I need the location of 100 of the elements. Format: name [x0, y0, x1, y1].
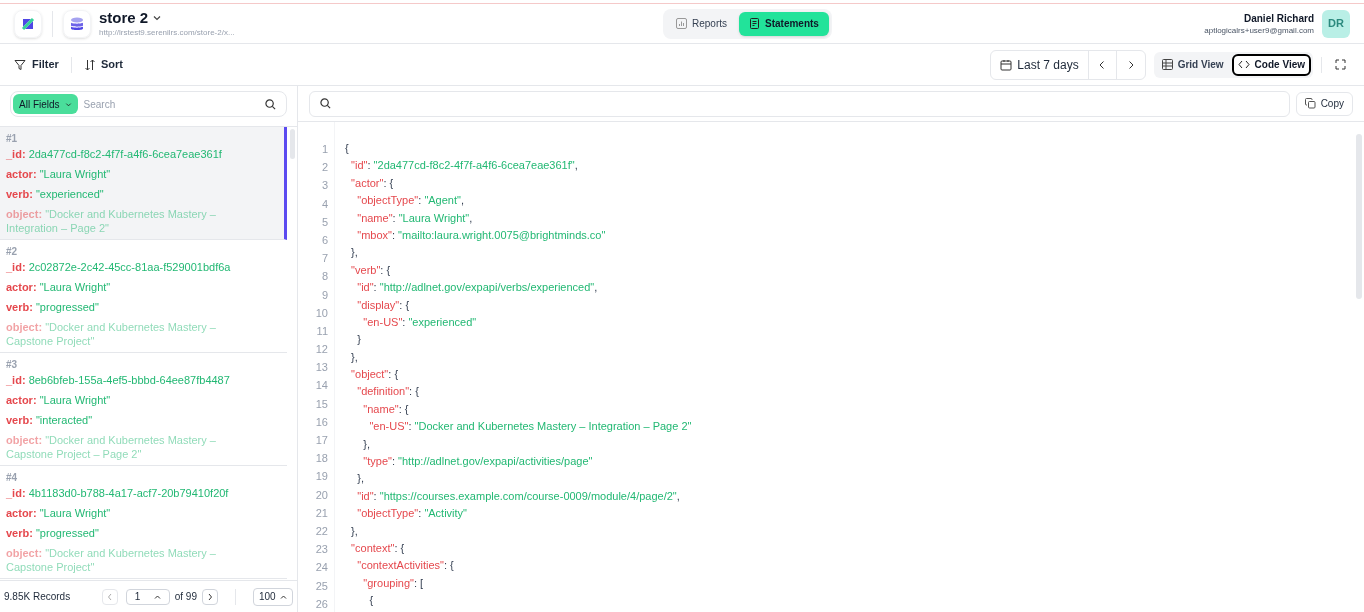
user-name: Daniel Richard: [1243, 11, 1314, 25]
line-number: 24: [315, 560, 328, 576]
previous-page-button[interactable]: [101, 588, 118, 605]
record-field: _id: 4b1183d0-b788-4a17-acf7-20b79410f20f: [6, 486, 242, 500]
chevron-left-icon: [1098, 59, 1107, 70]
search-icon: [320, 98, 331, 109]
code-line: },: [350, 245, 359, 261]
record-card[interactable]: #1 _id: 2da477cd-f8c2-4f7f-a4f6-6cea7eae361f actor: "Laura Wright" verb: "experienced" object: "Docker and Kubernetes Mastery – Integration – Page 2": [0, 127, 287, 240]
scrollbar[interactable]: [1356, 134, 1362, 299]
line-number: 16: [315, 414, 328, 430]
code-line: "context": {: [350, 541, 406, 556]
record-field: _id: 2da477cd-f8c2-4f7f-a4f6-6cea7eae361f: [6, 147, 242, 161]
line-number: 2: [321, 160, 328, 176]
code-line: "objectType": "Agent",: [356, 193, 465, 209]
app-logo-icon[interactable]: [14, 9, 42, 38]
line-number: 25: [315, 578, 328, 594]
record-field: actor: "Laura Wright": [6, 506, 242, 520]
code-line: "mbox": "mailto:laura.wright.0075@brightminds.co": [356, 227, 607, 243]
code-line: "grouping": [: [362, 575, 425, 591]
code-line: "id": "2da477cd-f8c2-4f7f-a4f6-6cea7eae361f",: [350, 158, 579, 174]
view-tab[interactable]: Grid View: [1155, 53, 1230, 76]
calendar-icon: [1000, 58, 1013, 71]
record-field: verb: "progressed": [6, 300, 242, 314]
code-search-field[interactable]: [309, 90, 1290, 117]
next-page-button[interactable]: [202, 588, 218, 605]
record-field: actor: "Laura Wright": [6, 280, 242, 294]
code-line: "en-US": "experienced": [362, 314, 478, 330]
scrollbar[interactable]: [290, 129, 295, 159]
user-email: aptlogicalrs+user9@gmail.com: [1204, 24, 1314, 36]
record-number: #3: [6, 359, 19, 371]
line-number: 5: [321, 214, 328, 230]
page-number-field[interactable]: 1: [125, 588, 170, 605]
field-filter-dropdown[interactable]: All Fields: [13, 94, 78, 114]
record-field: _id: 2c02872e-2c42-45cc-81aa-f529001bdf6a: [6, 260, 242, 274]
database-icon[interactable]: [63, 9, 91, 38]
code-line: "verb": {: [350, 262, 392, 278]
chevron-right-icon: [207, 592, 213, 601]
code-line: },: [362, 436, 372, 452]
record-field: verb: "experienced": [6, 187, 242, 201]
code-line: "display": {: [356, 297, 411, 313]
search-field[interactable]: All Fields Search: [10, 91, 287, 117]
grid-icon: [1161, 59, 1173, 70]
line-number: 10: [315, 305, 328, 321]
page-size-dropdown[interactable]: 100: [253, 587, 293, 606]
store-url: http://lrstest9.serenilrs.com/store-2/x...: [99, 26, 235, 39]
code-line: }: [356, 332, 362, 348]
view-tab[interactable]: Code View: [1231, 53, 1311, 76]
code-line: "actor": {: [350, 175, 395, 191]
copy-icon: [1304, 98, 1316, 109]
bar-chart-icon: [675, 18, 687, 29]
code-line: "en-US": "Docker and Kubernetes Mastery – Integration – Page 2": [368, 419, 692, 435]
record-field: _id: 8eb6bfeb-155a-4ef5-bbbd-64ee87fb4487: [6, 373, 242, 387]
sort-button[interactable]: Sort: [83, 56, 123, 73]
sort-icon: [83, 58, 96, 71]
store-selector[interactable]: store 2: [99, 8, 235, 27]
line-number: 18: [315, 451, 328, 467]
page-total: of 99: [174, 590, 197, 604]
line-number: 23: [315, 542, 328, 558]
code-line: "definition": {: [356, 384, 420, 400]
line-number: 9: [321, 287, 328, 303]
line-number: 14: [315, 378, 328, 394]
line-number: 26: [315, 596, 328, 612]
line-number: 21: [315, 505, 328, 521]
line-number: 3: [321, 178, 328, 194]
copy-button[interactable]: Copy: [1295, 91, 1353, 116]
record-field: object: "Docker and Kubernetes Mastery – Capstone Project": [6, 546, 242, 574]
chevron-right-icon: [1126, 59, 1135, 70]
search-icon: [265, 98, 276, 110]
records-count: 9.85K Records: [4, 590, 71, 604]
code-line: {: [368, 593, 375, 609]
line-number: 22: [315, 523, 328, 539]
record-field: verb: "progressed": [6, 526, 242, 540]
code-line: "type": "http://adlnet.gov/expapi/activities/page": [362, 454, 594, 470]
nav-tab[interactable]: Reports: [665, 11, 737, 36]
chevron-up-icon: [280, 593, 287, 600]
record-field: verb: "interacted": [6, 413, 242, 427]
chevron-down-icon: [64, 100, 72, 108]
record-number: #2: [6, 246, 19, 258]
code-line: },: [350, 523, 359, 539]
code-line: "contextActivities": {: [356, 558, 455, 574]
line-number: 8: [321, 269, 328, 285]
chevron-up-icon: [153, 593, 161, 600]
nav-tab[interactable]: Statements: [739, 11, 829, 36]
record-field: object: "Docker and Kubernetes Mastery – Capstone Project – Page 2": [6, 433, 242, 461]
line-number: 11: [316, 323, 328, 339]
fullscreen-icon: [1334, 59, 1346, 70]
code-line: "object": {: [350, 367, 400, 383]
code-line: "objectType": "Activity": [356, 506, 469, 522]
chevron-left-icon: [106, 592, 113, 601]
line-number: 6: [321, 232, 328, 248]
line-number: 19: [315, 469, 328, 485]
document-icon: [749, 18, 760, 29]
filter-icon: [14, 58, 26, 71]
code-line: "name": {: [362, 401, 410, 417]
record-field: actor: "Laura Wright": [6, 393, 242, 407]
code-line: "name": "Laura Wright",: [356, 210, 474, 226]
line-number: 1: [321, 142, 328, 157]
line-number: 17: [315, 433, 328, 448]
code-line: },: [350, 349, 359, 365]
filter-button[interactable]: Filter: [14, 56, 59, 73]
